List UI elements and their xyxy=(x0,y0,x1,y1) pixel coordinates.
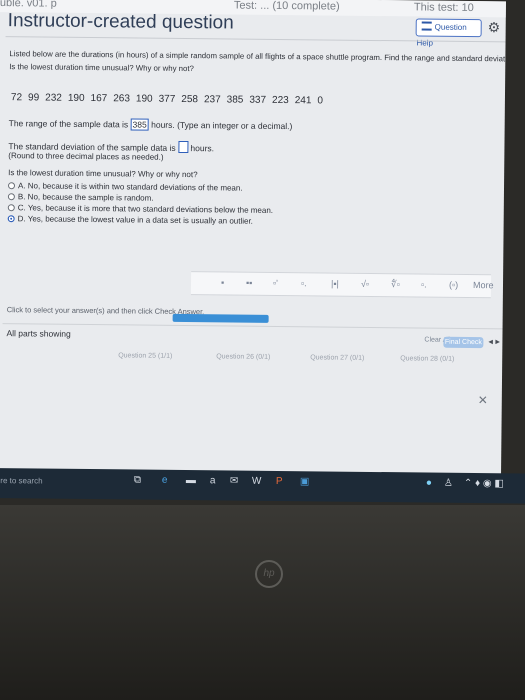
sd-hint: (Round to three decimal places as needed… xyxy=(8,151,164,162)
option-letter: A. xyxy=(17,181,26,191)
more-icon[interactable]: More xyxy=(473,280,494,290)
option-d[interactable]: D. Yes, because the lowest value in a da… xyxy=(7,214,253,226)
range-text-after: hours. (Type an integer or a decimal.) xyxy=(151,119,293,132)
close-icon[interactable]: ✕ xyxy=(478,393,488,407)
data-value: 241 xyxy=(294,95,312,107)
range-answer-line: The range of the sample data is 385 hour… xyxy=(9,117,293,132)
option-a[interactable]: A. No, because it is within two standard… xyxy=(7,181,243,193)
data-value: 167 xyxy=(90,93,108,105)
prev-next-arrows[interactable]: ◂ ▸ xyxy=(488,336,500,347)
check-answer-button[interactable]: Final Check xyxy=(443,336,484,349)
exponent-icon[interactable]: ▫' xyxy=(273,278,278,288)
hp-logo: hp xyxy=(255,560,283,588)
prompt-line-1: Listed below are the durations (in hours… xyxy=(9,49,506,64)
user-icon[interactable]: ● xyxy=(426,478,432,489)
data-value: 0 xyxy=(317,95,324,107)
top-right-text: This test: 10 xyxy=(413,1,474,15)
nav-question-26[interactable]: Question 26 (0/1) xyxy=(216,353,270,361)
data-value: 72 xyxy=(10,92,23,104)
windows-taskbar: ere to search ⧉ e ▬ a ✉ W P ▣ ● ♙ ⌃ ♦ ◉ … xyxy=(0,468,525,504)
sd-text-after: hours. xyxy=(190,143,215,154)
radio-button[interactable] xyxy=(7,182,16,190)
taskbar-search[interactable]: ere to search xyxy=(0,476,43,485)
all-parts-label: All parts showing xyxy=(6,328,71,339)
decimal-icon[interactable]: ▫. xyxy=(421,279,427,289)
data-value: 263 xyxy=(113,93,130,105)
option-text: No, because it is within two standard de… xyxy=(27,181,243,193)
question-help-button[interactable]: Question Help xyxy=(415,18,482,48)
list-icon xyxy=(421,21,432,31)
mail-icon[interactable]: ✉ xyxy=(230,475,239,486)
photo-scene: uble. v01. p Test: ... (10 complete) Thi… xyxy=(0,0,525,700)
sqrt-icon[interactable]: √▫ xyxy=(361,279,369,289)
radio-button-selected[interactable] xyxy=(7,215,15,223)
data-value: 223 xyxy=(271,94,289,107)
task-view-icon[interactable]: ⧉ xyxy=(134,474,141,485)
top-left-text: uble. v01. p xyxy=(0,0,57,10)
fraction-icon[interactable]: ▪ xyxy=(221,277,224,287)
app-icon[interactable]: ▣ xyxy=(300,476,310,487)
option-text: Yes, because the lowest value in a data … xyxy=(27,214,253,226)
option-text: Yes, because it is more that two standar… xyxy=(27,203,274,215)
nav-question-27[interactable]: Question 27 (0/1) xyxy=(310,354,364,362)
data-value: 99 xyxy=(28,92,40,104)
option-c[interactable]: C. Yes, because it is more that two stan… xyxy=(7,203,274,215)
data-value: 237 xyxy=(203,94,221,106)
data-value: 258 xyxy=(181,93,199,106)
nav-question-25[interactable]: Question 25 (1/1) xyxy=(118,352,172,360)
unusual-question: Is the lowest duration time unusual? Why… xyxy=(8,168,198,180)
radio-button[interactable] xyxy=(7,204,15,212)
gear-icon[interactable]: ⚙ xyxy=(488,19,501,36)
nth-root-icon[interactable]: ∜▫ xyxy=(391,279,400,290)
sd-answer-box[interactable] xyxy=(178,140,189,154)
option-letter: B. xyxy=(17,192,26,202)
progress-bar xyxy=(172,313,269,323)
option-letter: C. xyxy=(17,203,26,213)
data-value: 377 xyxy=(158,93,176,105)
subscript-icon[interactable]: ▫. xyxy=(301,278,307,288)
radio-button[interactable] xyxy=(7,193,15,201)
page-title: Instructor-created question xyxy=(7,10,234,34)
option-text: No, because the sample is random. xyxy=(27,192,154,203)
data-value: 190 xyxy=(67,92,85,104)
powerpoint-icon[interactable]: P xyxy=(276,476,283,487)
top-center-text: Test: ... (10 complete) xyxy=(233,0,340,13)
data-value: 337 xyxy=(249,94,267,106)
range-text-before: The range of the sample data is xyxy=(8,118,129,130)
range-answer-box[interactable]: 385 xyxy=(130,118,149,131)
data-value: 232 xyxy=(45,92,62,104)
data-value: 190 xyxy=(135,93,153,105)
prompt-line-2: Is the lowest duration time unusual? Why… xyxy=(9,62,194,74)
nav-question-28[interactable]: Question 28 (0/1) xyxy=(400,355,454,363)
people-icon[interactable]: ♙ xyxy=(444,478,453,489)
word-icon[interactable]: W xyxy=(252,476,262,487)
data-values: 72 99 232 190 167 263 190 377 258 237 385 337 223 241… xyxy=(11,92,329,106)
data-value: 385 xyxy=(226,94,244,106)
laptop-screen: uble. v01. p Test: ... (10 complete) Thi… xyxy=(0,0,506,477)
mixed-number-icon[interactable]: ▪▪ xyxy=(246,278,252,288)
interval-icon[interactable]: (▫) xyxy=(449,280,458,290)
footer-divider xyxy=(2,323,503,330)
option-b[interactable]: B. No, because the sample is random. xyxy=(7,192,154,203)
laptop-body: hp xyxy=(0,505,525,700)
option-letter: D. xyxy=(17,214,26,224)
store-icon[interactable]: a xyxy=(210,475,216,486)
folder-icon[interactable]: ▬ xyxy=(186,475,196,486)
edge-icon[interactable]: e xyxy=(162,475,168,486)
tray-icons[interactable]: ⌃ ♦ ◉ ◧ xyxy=(464,478,504,489)
absolute-value-icon[interactable]: |▪| xyxy=(331,279,339,289)
math-toolbar: ▪ ▪▪ ▫' ▫. |▪| √▫ ∜▫ ▫. (▫) More xyxy=(190,271,494,299)
